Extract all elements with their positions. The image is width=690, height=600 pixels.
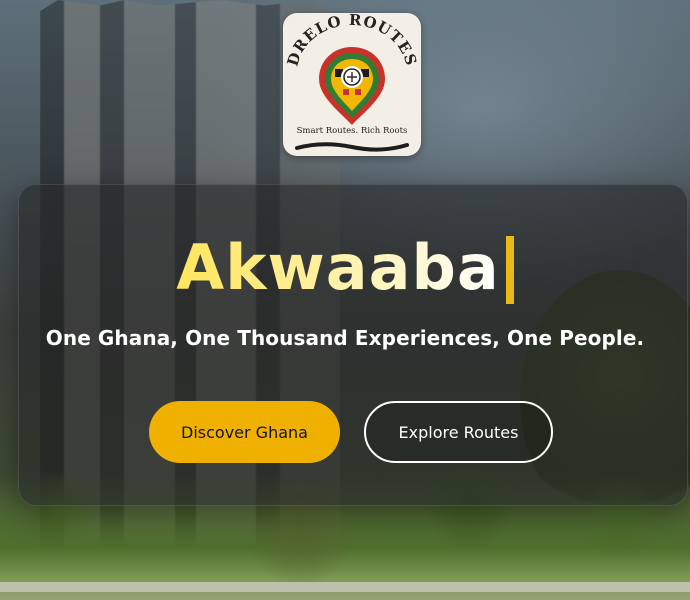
typing-caret [505, 236, 514, 304]
discover-ghana-button[interactable]: Discover Ghana [149, 401, 340, 463]
hero-subtitle: One Ghana, One Thousand Experiences, One… [45, 326, 645, 350]
hero-section: DRELO ROUTES Smart Routes. Rich Roots Ak… [0, 0, 690, 600]
hero-title: Akwaaba [176, 228, 499, 308]
road-strip [0, 582, 690, 592]
hero-title-row: Akwaaba [0, 228, 690, 308]
logo-tagline: Smart Routes. Rich Roots [296, 126, 408, 136]
site-logo[interactable]: DRELO ROUTES Smart Routes. Rich Roots [283, 13, 421, 156]
map-pin-icon [319, 47, 385, 125]
explore-routes-button[interactable]: Explore Routes [364, 401, 553, 463]
